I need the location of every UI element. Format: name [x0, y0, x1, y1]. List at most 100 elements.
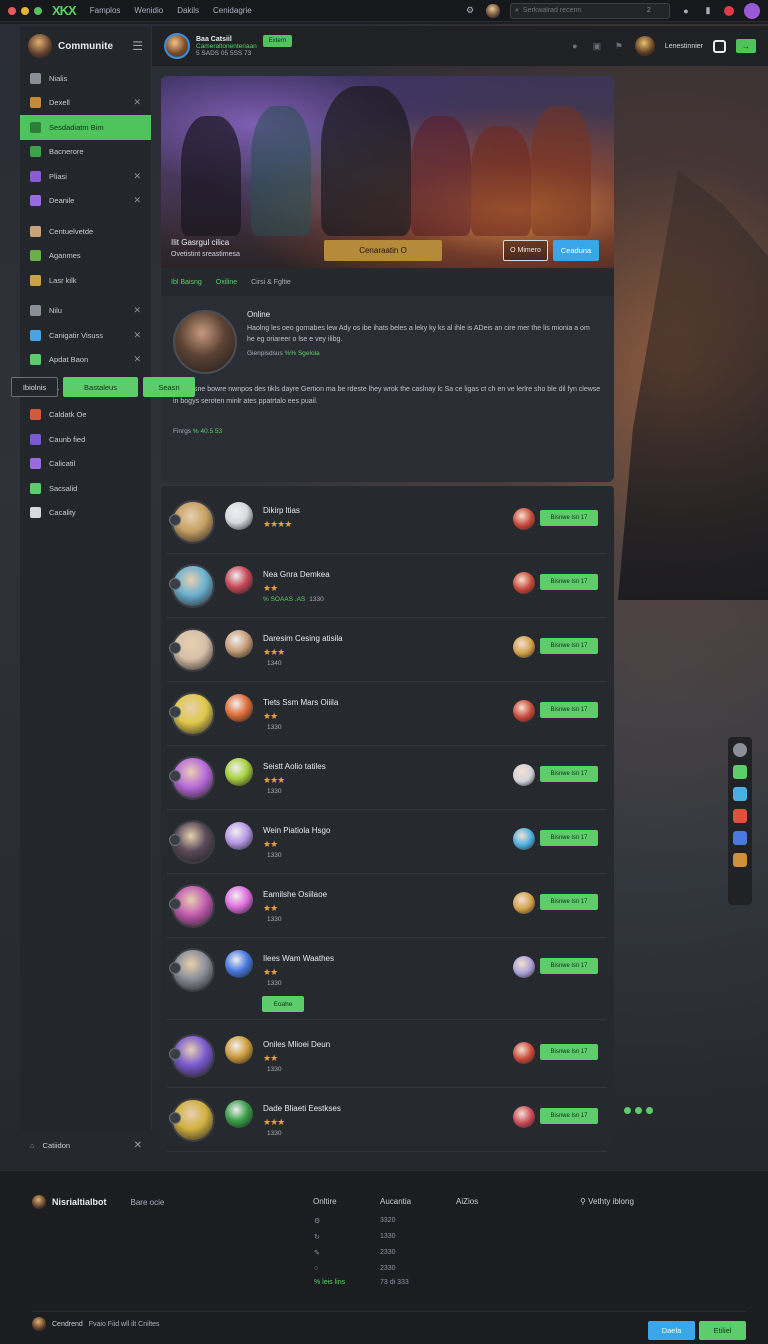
app-logo[interactable]: XKX: [52, 3, 77, 18]
game-icon[interactable]: [513, 700, 535, 722]
settings-icon[interactable]: ⚙: [464, 5, 476, 17]
profile-avatar[interactable]: [173, 310, 237, 374]
sidebar-item[interactable]: Nialis: [20, 66, 151, 91]
expand-button[interactable]: Eoahe: [262, 996, 304, 1012]
footer-col-head[interactable]: Onltire: [313, 1197, 337, 1206]
close-icon[interactable]: ✕: [133, 195, 141, 206]
close-icon[interactable]: ✕: [134, 1140, 142, 1151]
hero-primary-button[interactable]: Cenaraatin O: [324, 240, 442, 261]
list-item[interactable]: Tiets Ssm Mars Oiiila ★★ 1330 Bisnwe lsn 17: [167, 682, 607, 746]
sidebar-bottom-item[interactable]: ⌂ Catiidon ✕: [20, 1134, 152, 1156]
tab-2[interactable]: Oxiline: [216, 279, 237, 286]
list-item[interactable]: Dikirp ltias ★★★★ Bisnwe lsn 17: [167, 490, 607, 554]
user-pill-button[interactable]: Extern: [262, 35, 293, 47]
challenge-button[interactable]: Bisnwe lsn 17: [540, 510, 598, 526]
challenge-button[interactable]: Bisnwe lsn 17: [540, 1044, 598, 1060]
challenge-button[interactable]: Bisnwe lsn 17: [540, 1108, 598, 1124]
bookmark-icon[interactable]: ▮: [702, 5, 714, 17]
team-avatar[interactable]: [225, 1036, 253, 1064]
circle-icon[interactable]: [733, 743, 747, 757]
challenge-button[interactable]: Bisnwe lsn 17: [540, 830, 598, 846]
footer-brand-sub[interactable]: Bare ocie: [131, 1198, 165, 1207]
team-avatar[interactable]: [225, 502, 253, 530]
window-close-dot[interactable]: [8, 6, 16, 15]
sidebar-item[interactable]: Apdat Baon ✕: [20, 348, 151, 373]
close-icon[interactable]: ✕: [133, 171, 141, 182]
challenge-button[interactable]: Bisnwe lsn 17: [540, 894, 598, 910]
footer-col-head[interactable]: Aucantia: [380, 1197, 411, 1206]
window-minimize-dot[interactable]: [21, 6, 29, 15]
sidebar-item[interactable]: Bacnerore: [20, 140, 151, 165]
sidebar-item[interactable]: Centuelvetde: [20, 219, 151, 244]
profile-avatar[interactable]: [744, 2, 760, 19]
sidebar-item[interactable]: Lasr kilk: [20, 268, 151, 293]
challenge-button[interactable]: Bisnwe lsn 17: [540, 638, 598, 654]
search-input[interactable]: [522, 7, 643, 14]
list-item[interactable]: Ilees Wam Waathes ★★ 1330 Bisnwe lsn 17 Eoah…: [167, 938, 607, 1020]
list-item[interactable]: Seistt Aolio tatiles ★★★ 1330 Bisnwe lsn 17: [167, 746, 607, 810]
top-nav-item[interactable]: Dakils: [177, 6, 199, 15]
list-item[interactable]: Dade Bliaeti Eestkses ★★★ 1330 Bisnwe lsn 1…: [167, 1088, 607, 1152]
game-icon[interactable]: [513, 956, 535, 978]
team-avatar[interactable]: [225, 694, 253, 722]
camera-icon[interactable]: ▣: [591, 40, 603, 52]
top-nav-item[interactable]: Cenidagrie: [213, 6, 252, 15]
window-maximize-dot[interactable]: [34, 6, 42, 15]
team-avatar[interactable]: [225, 758, 253, 786]
list-item[interactable]: Eamilshe Osiilaoe ★★ 1330 Bisnwe lsn 17: [167, 874, 607, 938]
flag-icon[interactable]: ⚑: [613, 40, 625, 52]
game-icon[interactable]: [513, 828, 535, 850]
profile-outline-button[interactable]: Ibiolnis: [11, 377, 58, 397]
team-avatar[interactable]: [225, 566, 253, 594]
fire-icon[interactable]: [733, 809, 747, 823]
footer-col-head[interactable]: AiZios: [456, 1197, 478, 1206]
sidebar-item[interactable]: Sesdadiatm Bim: [20, 115, 151, 140]
challenge-button[interactable]: Bisnwe lsn 17: [540, 766, 598, 782]
list-item[interactable]: Wein Piatiola Hsgo ★★ 1330 Bisnwe lsn 17: [167, 810, 607, 874]
game-icon[interactable]: [513, 1106, 535, 1128]
menu-icon[interactable]: ☰: [132, 39, 143, 53]
game-icon[interactable]: [513, 636, 535, 658]
game-icon[interactable]: [513, 508, 535, 530]
header-avatar[interactable]: [634, 36, 655, 56]
tab-1[interactable]: Ibl Baisng: [171, 279, 202, 286]
sidebar-item[interactable]: Calicatil: [20, 452, 151, 477]
profile-primary-button[interactable]: Bastaleus: [63, 377, 138, 397]
chest-icon[interactable]: [733, 853, 747, 867]
sidebar-item[interactable]: Nilu ✕: [20, 299, 151, 324]
list-item[interactable]: Daresim Cesing atisila ★★★ 1340 Bisnwe lsn …: [167, 618, 607, 682]
gamepad-icon[interactable]: [733, 765, 747, 779]
circle-icon[interactable]: ●: [569, 40, 581, 52]
top-nav-item[interactable]: Famplos: [90, 6, 121, 15]
tab-3[interactable]: Cirsi & Fgltie: [251, 279, 291, 286]
sidebar-item[interactable]: Cacality: [20, 501, 151, 526]
sidebar-item[interactable]: Canigatir Visuss ✕: [20, 323, 151, 348]
instagram-icon[interactable]: [713, 39, 726, 53]
team-avatar[interactable]: [225, 822, 253, 850]
game-icon[interactable]: [513, 1042, 535, 1064]
team-avatar[interactable]: [225, 886, 253, 914]
sidebar-item[interactable]: Caldatk Oe: [20, 403, 151, 428]
list-item[interactable]: Nea Gnra Demkea ★★ % SOAAS .AS 1330 Bisnwe l…: [167, 554, 607, 618]
game-icon[interactable]: [513, 764, 535, 786]
game-icon[interactable]: [513, 892, 535, 914]
header-username[interactable]: Lenestinnier: [665, 43, 703, 50]
profile-secondary-button[interactable]: Seasn: [143, 377, 195, 397]
sidebar-item[interactable]: Caunb fied: [20, 427, 151, 452]
team-avatar[interactable]: [225, 1100, 253, 1128]
sidebar-item[interactable]: Pliasi ✕: [20, 164, 151, 189]
challenge-button[interactable]: Bisnwe lsn 17: [540, 574, 598, 590]
close-icon[interactable]: ✕: [133, 97, 141, 108]
challenge-button[interactable]: Bisnwe lsn 17: [540, 702, 598, 718]
hero-blue-button[interactable]: Ceaduna: [553, 240, 599, 261]
footer-col-head[interactable]: ⚲ Vethty iblong: [580, 1197, 634, 1206]
sidebar-item[interactable]: Deanile ✕: [20, 189, 151, 214]
close-icon[interactable]: ✕: [133, 330, 141, 341]
sidebar-item[interactable]: Sacsalid: [20, 476, 151, 501]
hero-secondary-button[interactable]: O Mimero: [503, 240, 548, 261]
team-avatar[interactable]: [225, 950, 253, 978]
list-item[interactable]: Oniles Mlioei Deun ★★ 1330 Bisnwe lsn 17: [167, 1024, 607, 1088]
footer-green-button[interactable]: Etiliel: [699, 1321, 746, 1340]
helmet-icon[interactable]: [733, 831, 747, 845]
moon-icon[interactable]: [733, 787, 747, 801]
